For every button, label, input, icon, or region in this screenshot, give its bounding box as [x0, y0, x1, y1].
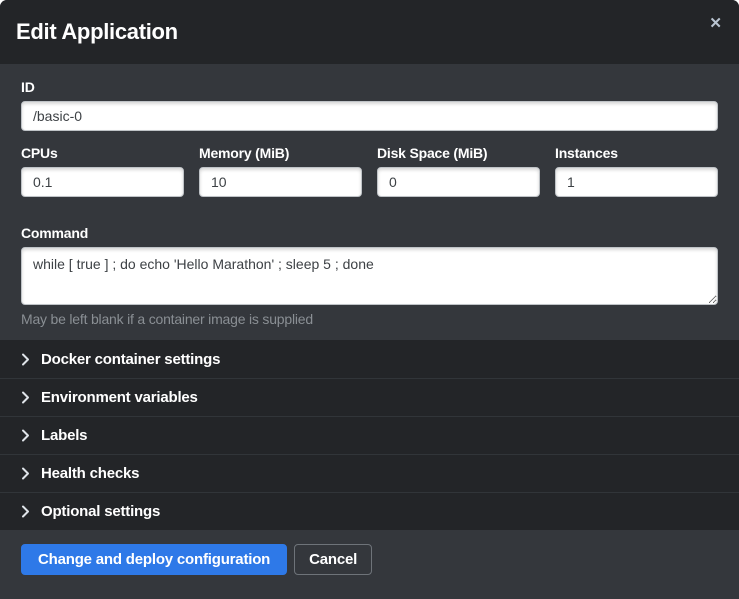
- cpus-label: CPUs: [21, 145, 184, 161]
- id-label: ID: [21, 79, 718, 95]
- chevron-right-icon: [21, 505, 30, 518]
- section-label: Labels: [41, 427, 87, 444]
- id-field-group: ID: [21, 79, 718, 131]
- resources-row: CPUs Memory (MiB) Disk Space (MiB) Insta…: [21, 145, 718, 211]
- disk-input[interactable]: [377, 167, 540, 197]
- instances-field-group: Instances: [555, 145, 718, 211]
- application-form: ID CPUs Memory (MiB) Disk Space (MiB) In…: [0, 64, 739, 340]
- modal-header: Edit Application ✕: [0, 0, 739, 64]
- memory-input[interactable]: [199, 167, 362, 197]
- edit-application-modal: Edit Application ✕ ID CPUs Memory (MiB) …: [0, 0, 739, 599]
- memory-field-group: Memory (MiB): [199, 145, 362, 197]
- chevron-right-icon: [21, 429, 30, 442]
- section-docker-container-settings[interactable]: Docker container settings: [0, 340, 739, 378]
- command-label: Command: [21, 225, 718, 241]
- section-optional-settings[interactable]: Optional settings: [0, 492, 739, 530]
- section-label: Health checks: [41, 465, 139, 482]
- chevron-right-icon: [21, 467, 30, 480]
- section-label: Docker container settings: [41, 351, 220, 368]
- section-health-checks[interactable]: Health checks: [0, 454, 739, 492]
- section-labels[interactable]: Labels: [0, 416, 739, 454]
- disk-field-group: Disk Space (MiB): [377, 145, 540, 197]
- memory-label: Memory (MiB): [199, 145, 362, 161]
- section-environment-variables[interactable]: Environment variables: [0, 378, 739, 416]
- cpus-input[interactable]: [21, 167, 184, 197]
- command-textarea[interactable]: while [ true ] ; do echo 'Hello Marathon…: [21, 247, 718, 305]
- chevron-right-icon: [21, 353, 30, 366]
- chevron-right-icon: [21, 391, 30, 404]
- section-label: Environment variables: [41, 389, 198, 406]
- command-helper-text: May be left blank if a container image i…: [21, 311, 718, 327]
- disk-label: Disk Space (MiB): [377, 145, 540, 161]
- section-label: Optional settings: [41, 503, 160, 520]
- change-and-deploy-button[interactable]: Change and deploy configuration: [21, 544, 287, 575]
- modal-title: Edit Application: [16, 19, 178, 45]
- cpus-field-group: CPUs: [21, 145, 184, 197]
- collapsible-sections: Docker container settings Environment va…: [0, 340, 739, 530]
- close-icon: ✕: [709, 15, 722, 32]
- close-button[interactable]: ✕: [705, 14, 726, 33]
- instances-input[interactable]: [555, 167, 718, 197]
- command-field-group: Command while [ true ] ; do echo 'Hello …: [21, 225, 718, 327]
- id-input[interactable]: [21, 101, 718, 131]
- cancel-button[interactable]: Cancel: [294, 544, 372, 575]
- modal-footer: Change and deploy configuration Cancel: [0, 530, 739, 599]
- instances-label: Instances: [555, 145, 718, 161]
